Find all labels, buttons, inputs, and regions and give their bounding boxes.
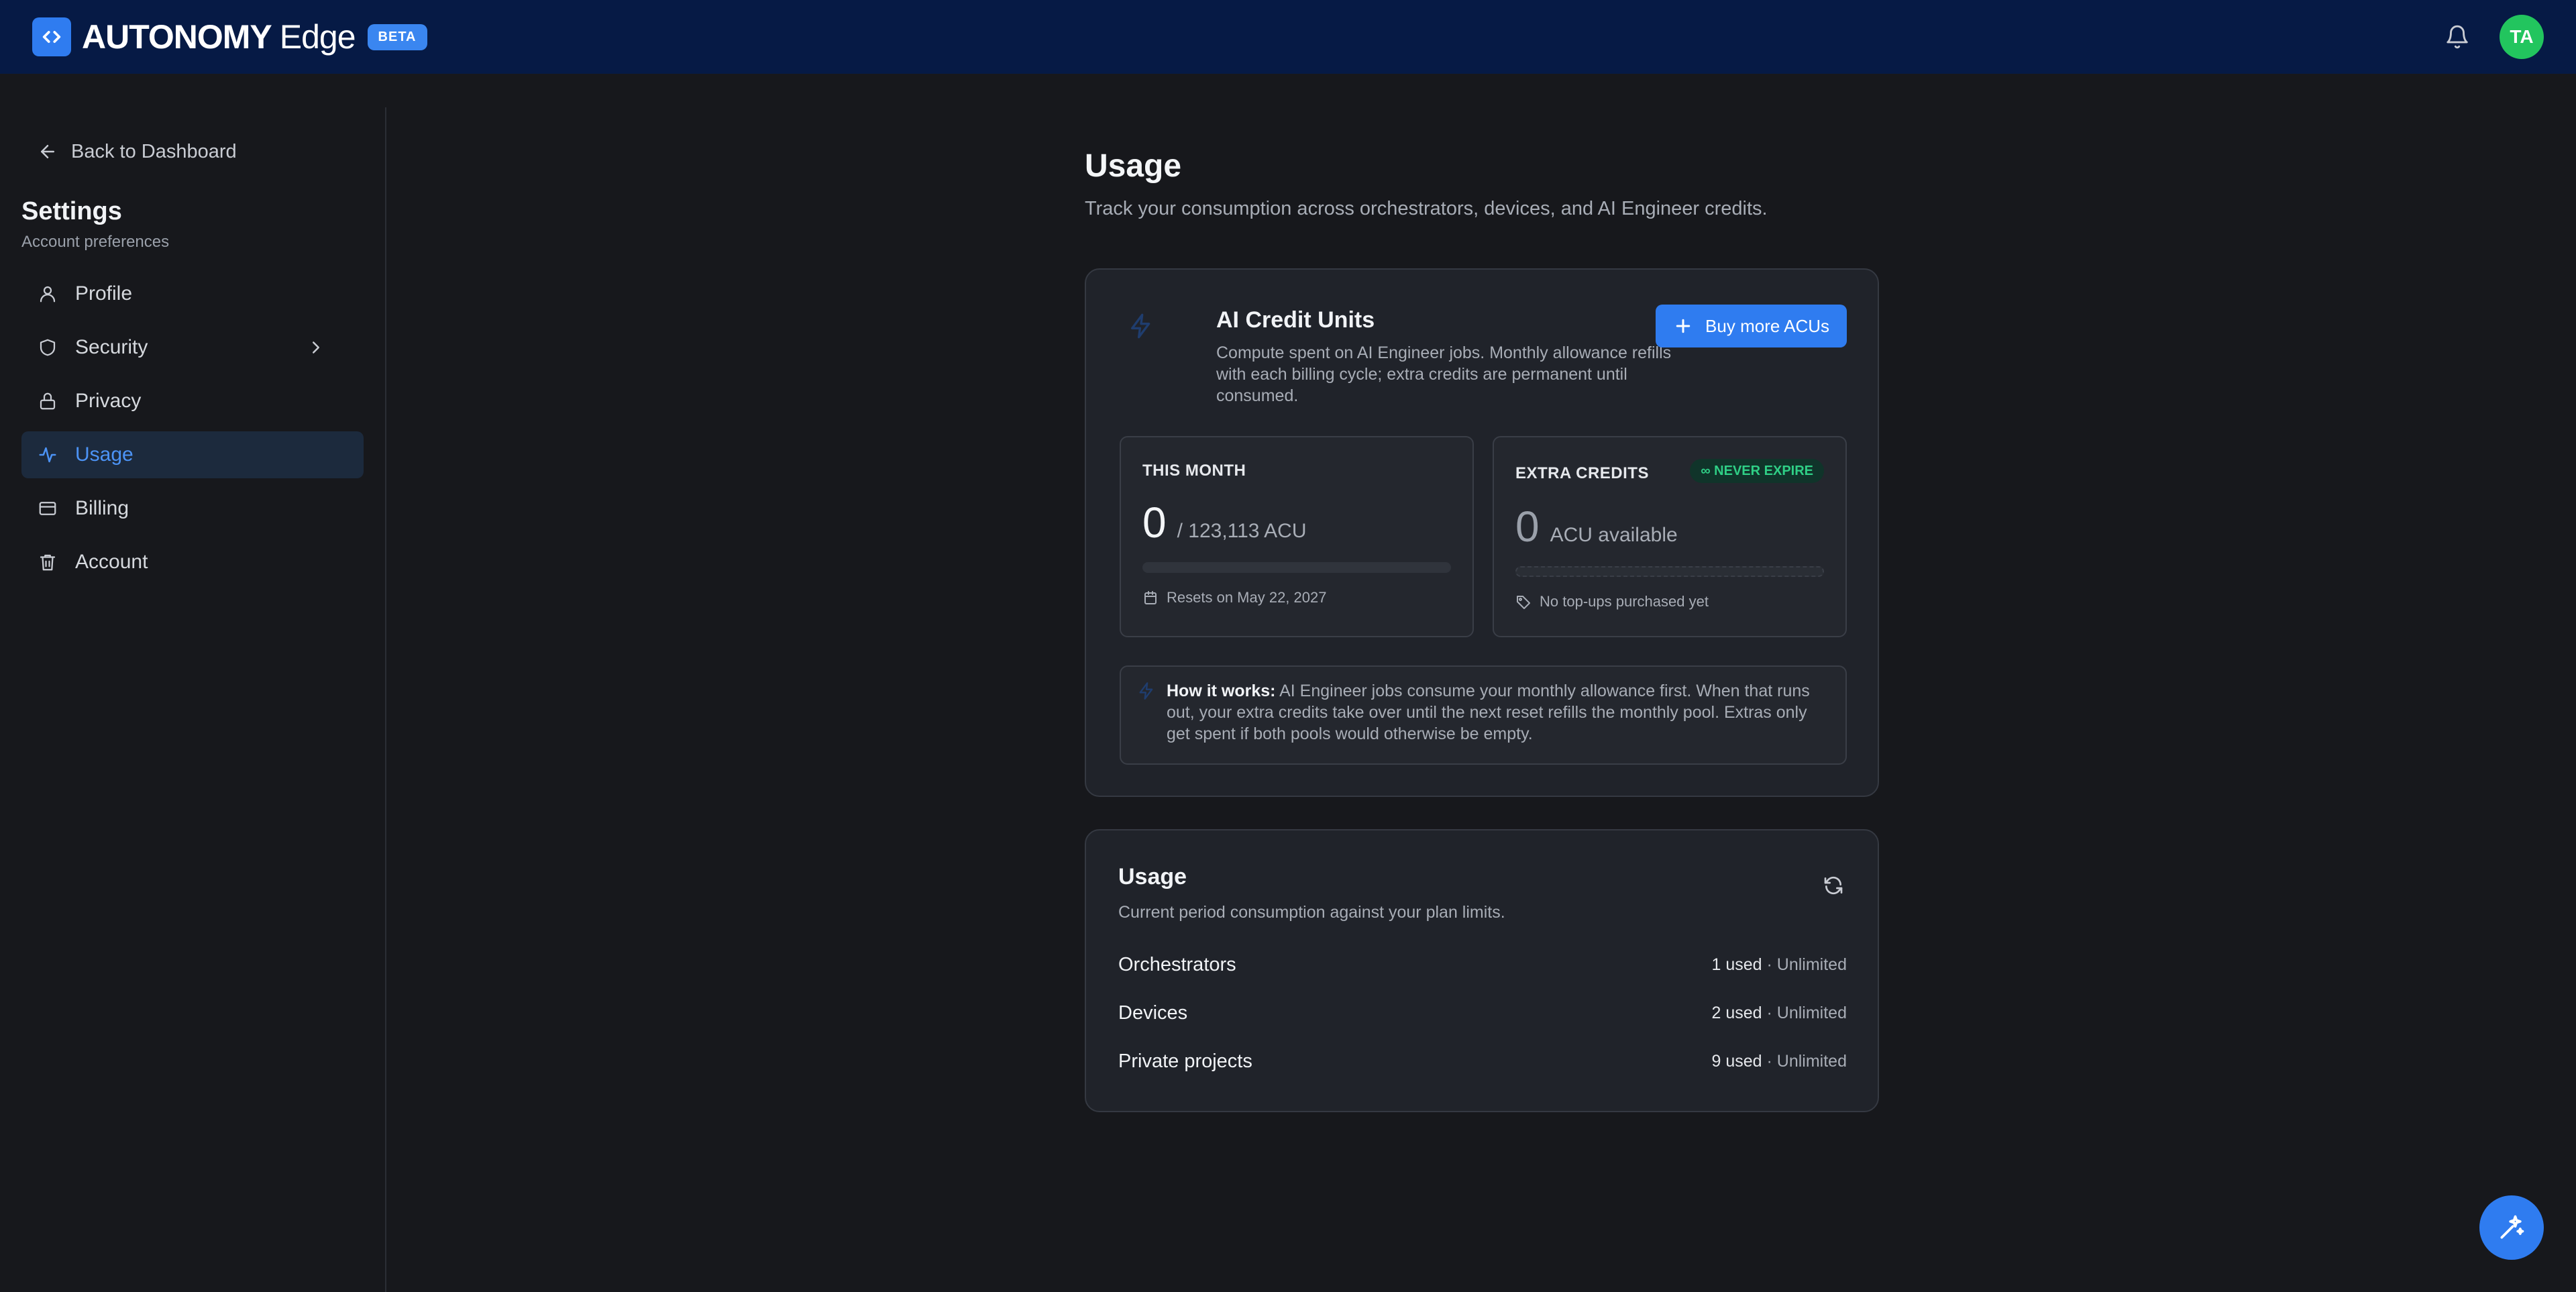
- acu-description: Compute spent on AI Engineer jobs. Month…: [1216, 343, 1672, 405]
- lock-icon: [40, 392, 56, 410]
- this-month-used: 0: [1142, 498, 1167, 547]
- sidebar-item-label: Security: [75, 336, 148, 358]
- code-brackets-icon[interactable]: [32, 17, 71, 56]
- buy-label: Buy more ACUs: [1705, 315, 1829, 336]
- usage-row-limit: · Unlimited: [1766, 955, 1847, 974]
- ai-assistant-button[interactable]: [2479, 1195, 2544, 1260]
- beta-badge: BETA: [367, 23, 427, 50]
- usage-row-label: Private projects: [1118, 1051, 1252, 1072]
- sidebar-item-label: Billing: [75, 497, 129, 519]
- reset-date: Resets on May 22, 2027: [1167, 589, 1327, 606]
- usage-card-title: Usage: [1118, 864, 1187, 890]
- this-month-label: THIS MONTH: [1142, 462, 1246, 480]
- tag-icon: [1517, 596, 1530, 609]
- page-title: Usage: [1085, 148, 1182, 184]
- how-it-works-label: How it works:: [1167, 682, 1276, 700]
- sidebar-item-account[interactable]: Account: [21, 539, 364, 586]
- usage-row-label: Devices: [1118, 1002, 1188, 1024]
- sidebar-item-profile[interactable]: Profile: [21, 270, 364, 317]
- extra-credits-bar: [1515, 566, 1824, 577]
- usage-row-orchestrators: Orchestrators 1 used · Unlimited: [1118, 954, 1847, 976]
- usage-row-limit: · Unlimited: [1766, 1004, 1847, 1022]
- plus-icon: [1676, 319, 1690, 333]
- back-to-dashboard-link[interactable]: Back to Dashboard: [21, 125, 364, 178]
- shield-icon: [40, 339, 56, 356]
- chevron-right-icon[interactable]: [306, 337, 326, 358]
- how-it-works-note: How it works: AI Engineer jobs consume y…: [1120, 665, 1847, 765]
- this-month-progress-bar: [1142, 562, 1451, 573]
- bell-icon[interactable]: [2435, 15, 2479, 59]
- sidebar-item-label: Usage: [75, 443, 133, 466]
- trash-icon: [40, 554, 56, 571]
- usage-row-used: 2 used: [1711, 1004, 1762, 1022]
- usage-row-devices: Devices 2 used · Unlimited: [1118, 1002, 1847, 1024]
- settings-nav: Profile Security Privacy Usage Billing A…: [21, 270, 364, 586]
- settings-sidebar: Back to Dashboard Settings Account prefe…: [0, 107, 386, 1292]
- extra-credits-label: EXTRA CREDITS: [1515, 464, 1649, 482]
- activity-icon: [39, 447, 56, 463]
- buy-more-acus-button[interactable]: Buy more ACUs: [1656, 305, 1847, 347]
- sidebar-item-label: Privacy: [75, 390, 142, 412]
- brand-product: Edge: [279, 18, 356, 56]
- refresh-icon[interactable]: [1816, 868, 1851, 903]
- sidebar-item-billing[interactable]: Billing: [21, 485, 364, 532]
- this-month-panel: THIS MONTH 0 / 123,113 ACU Resets on May…: [1120, 436, 1474, 637]
- back-label: Back to Dashboard: [71, 140, 237, 162]
- calendar-icon: [1144, 591, 1157, 604]
- this-month-limit: / 123,113 ACU: [1177, 520, 1307, 542]
- usage-row-limit: · Unlimited: [1766, 1052, 1847, 1071]
- usage-row-label: Orchestrators: [1118, 954, 1236, 975]
- sidebar-item-label: Profile: [75, 282, 133, 305]
- arrow-left-icon: [41, 145, 54, 158]
- extra-credits-value: 0: [1515, 502, 1540, 551]
- usage-row-used: 1 used: [1711, 955, 1762, 974]
- ai-credit-units-card: AI Credit Units Compute spent on AI Engi…: [1085, 268, 1879, 797]
- acu-title: AI Credit Units: [1216, 307, 1375, 333]
- never-expire-badge: ∞ NEVER EXPIRE: [1690, 459, 1824, 483]
- sidebar-item-label: Account: [75, 551, 148, 573]
- usage-card-subtitle: Current period consumption against your …: [1118, 903, 1505, 922]
- top-ups-note: No top-ups purchased yet: [1540, 593, 1709, 610]
- sidebar-item-security[interactable]: Security: [21, 324, 364, 371]
- top-bar: AUTONOMY Edge BETA TA: [0, 0, 2576, 74]
- sidebar-item-usage[interactable]: Usage: [21, 431, 364, 478]
- extra-credits-unit: ACU available: [1550, 524, 1678, 546]
- user-icon: [40, 286, 56, 303]
- extra-credits-panel: EXTRA CREDITS ∞ NEVER EXPIRE 0 ACU avail…: [1493, 436, 1847, 637]
- settings-subtitle: Account preferences: [21, 233, 170, 251]
- brand-name: AUTONOMY: [82, 18, 272, 56]
- brand-logo[interactable]: AUTONOMY Edge: [82, 17, 356, 56]
- main-content: Usage Track your consumption across orch…: [1085, 148, 1879, 1112]
- page-subtitle: Track your consumption across orchestrat…: [1085, 198, 1768, 219]
- credit-card-icon: [39, 502, 56, 515]
- sidebar-item-privacy[interactable]: Privacy: [21, 378, 364, 425]
- usage-row-used: 9 used: [1711, 1052, 1762, 1071]
- bolt-icon: [1139, 682, 1153, 700]
- sparkle-icon: [2500, 1215, 2524, 1239]
- settings-title: Settings: [21, 197, 122, 225]
- avatar[interactable]: TA: [2500, 15, 2544, 59]
- usage-row-private-projects: Private projects 9 used · Unlimited: [1118, 1051, 1847, 1073]
- usage-card: Usage Current period consumption against…: [1085, 829, 1879, 1112]
- bolt-icon: [1120, 305, 1163, 347]
